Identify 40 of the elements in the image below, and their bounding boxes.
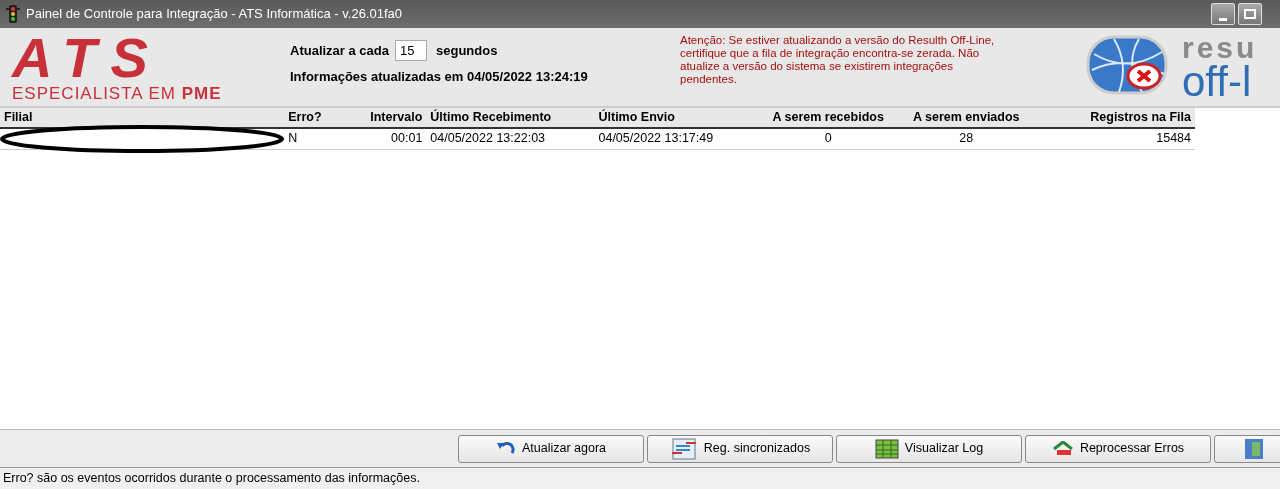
column-header[interactable]: Erro? (284, 108, 333, 128)
column-header[interactable]: Filial (0, 108, 285, 128)
table-cell: 04/05/2022 13:17:49 (594, 127, 757, 150)
table-cell: 28 (899, 127, 1033, 150)
brand-text: resu (1182, 34, 1259, 62)
logo-mark: ATS (12, 31, 162, 85)
exit-button[interactable] (1214, 434, 1280, 463)
logo-tagline: ESPECIALISTA EM PME (12, 85, 223, 103)
table-cell: 04/05/2022 13:22:03 (426, 127, 595, 150)
maximize-icon (1244, 9, 1256, 19)
reprocess-button[interactable]: Reprocessar Erros (1025, 434, 1211, 463)
spreadsheet-icon (874, 438, 899, 459)
warning-text: Atenção: Se estiver atualizando a versão do Resulth Off-Line, certifique que a fila de integração encontra-se zerada. Não atualize a versão do sistema se existirem integrações pendentes. (680, 33, 996, 86)
column-header[interactable]: A serem enviados (899, 108, 1033, 128)
interval-input[interactable]: 15 (395, 40, 427, 61)
document-arrows-icon (669, 437, 698, 460)
traffic-light-icon (6, 5, 20, 23)
refresh-button[interactable]: Atualizar agora (458, 434, 644, 463)
minimize-button[interactable] (1211, 3, 1235, 25)
table-cell: 0 (756, 127, 900, 150)
table-cell: N (284, 127, 333, 150)
column-header[interactable]: A serem recebidos (756, 108, 900, 128)
refresh-label: Atualizar a cada (290, 41, 389, 60)
table-cell: 15484 (1032, 127, 1195, 150)
column-header[interactable]: Último Recebimento (426, 108, 595, 128)
minimize-icon (1219, 18, 1227, 21)
house-icon (1051, 440, 1074, 457)
brand-text: off-l (1182, 62, 1253, 102)
table-cell: 00:01 (332, 127, 427, 150)
window-title: Painel de Controle para Integração - ATS Informática - v.26.01fa0 (26, 5, 403, 24)
status-text: Erro? são os eventos ocorridos durante o processamento das informações. (3, 469, 420, 487)
door-icon (1243, 437, 1265, 460)
view-log-button[interactable]: Visualizar Log (836, 434, 1022, 463)
column-header[interactable]: Registros na Fila (1032, 108, 1195, 128)
column-header[interactable]: Intervalo (332, 108, 427, 128)
update-info: Informações atualizadas em 04/05/2022 13:24:19 (290, 68, 589, 86)
maximize-button[interactable] (1238, 3, 1262, 25)
unit-label: segundos (436, 41, 498, 60)
column-header[interactable]: Último Envio (594, 108, 757, 128)
synced-records-button[interactable]: Reg. sincronizados (647, 434, 833, 463)
